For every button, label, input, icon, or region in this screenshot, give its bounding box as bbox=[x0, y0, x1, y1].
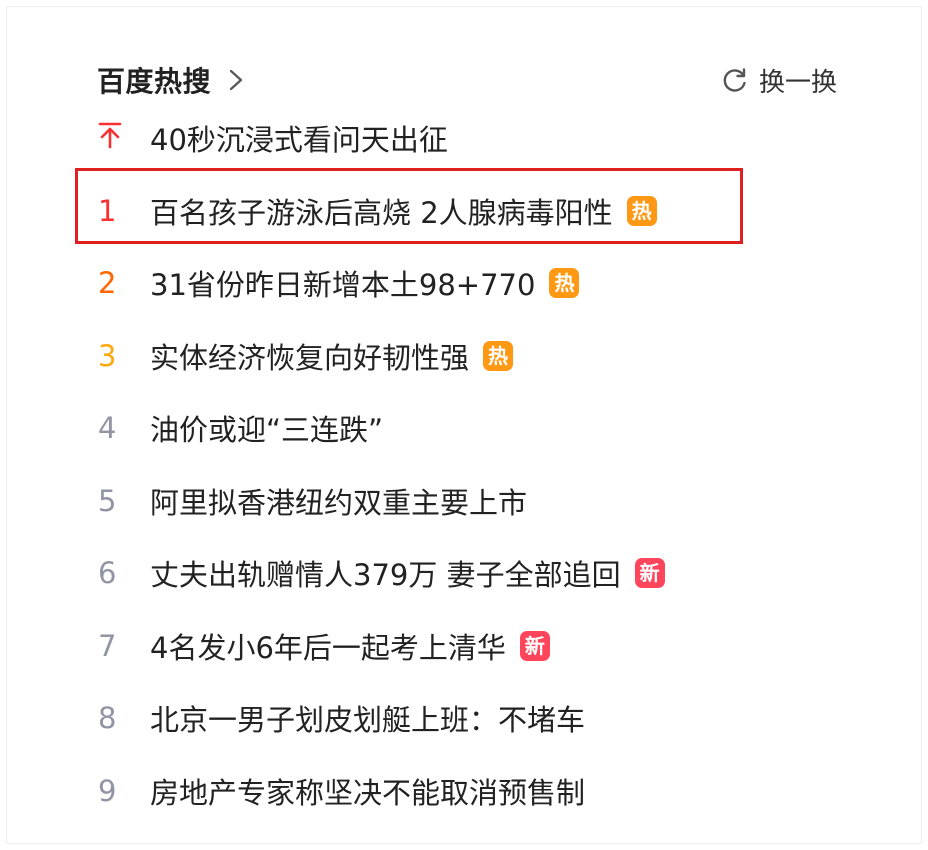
rank-number: 4 bbox=[98, 411, 117, 446]
list-item[interactable]: 6 丈夫出轨赠情人379万 妻子全部追回 新 bbox=[95, 537, 835, 610]
hot-badge: 热 bbox=[483, 340, 514, 371]
pinned-marker bbox=[95, 121, 150, 156]
refresh-icon bbox=[723, 68, 746, 92]
rank-number: 1 bbox=[98, 193, 117, 228]
new-badge: 新 bbox=[634, 558, 665, 589]
rank-number: 2 bbox=[98, 266, 117, 301]
refresh-label: 换一换 bbox=[758, 67, 837, 98]
refresh-button[interactable]: 换一换 bbox=[721, 58, 837, 102]
hot-search-title-link[interactable]: 百度热搜 bbox=[97, 58, 247, 102]
list-item[interactable]: 5 阿里拟香港纽约双重主要上市 bbox=[95, 465, 835, 538]
list-item[interactable]: 3 实体经济恢复向好韧性强 热 bbox=[95, 320, 835, 393]
hot-search-header: 百度热搜 换一换 bbox=[97, 58, 837, 102]
list-item[interactable]: 2 31省份昨日新增本土98+770 热 bbox=[95, 247, 835, 320]
rank-number: 5 bbox=[98, 483, 117, 518]
hot-search-list: 40秒沉浸式看问天出征 1 百名孩子游泳后高烧 2人腺病毒阳性 热 2 31省份… bbox=[95, 102, 835, 827]
rank-number: 3 bbox=[98, 338, 117, 373]
list-item-title: 百名孩子游泳后高烧 2人腺病毒阳性 bbox=[150, 195, 613, 230]
list-item-title: 40秒沉浸式看问天出征 bbox=[150, 123, 448, 158]
hot-badge: 热 bbox=[626, 195, 657, 226]
rank-number: 8 bbox=[98, 701, 117, 736]
hot-search-title: 百度热搜 bbox=[97, 65, 212, 98]
hot-badge: 热 bbox=[549, 268, 580, 299]
list-item[interactable]: 9 房地产专家称坚决不能取消预售制 bbox=[95, 755, 835, 828]
list-item[interactable]: 8 北京一男子划皮划艇上班：不堵车 bbox=[95, 682, 835, 755]
list-item[interactable]: 1 百名孩子游泳后高烧 2人腺病毒阳性 热 bbox=[95, 175, 835, 248]
list-item-title: 31省份昨日新增本土98+770 bbox=[150, 268, 536, 303]
rank-number: 6 bbox=[98, 556, 117, 591]
list-item-title: 北京一男子划皮划艇上班：不堵车 bbox=[150, 703, 586, 738]
new-badge: 新 bbox=[519, 630, 550, 661]
list-item-pinned[interactable]: 40秒沉浸式看问天出征 bbox=[95, 102, 835, 175]
list-item-title: 油价或迎“三连跌” bbox=[150, 413, 384, 448]
list-item-title: 4名发小6年后一起考上清华 bbox=[150, 630, 506, 665]
chevron-right-icon bbox=[229, 69, 243, 91]
list-item-title: 丈夫出轨赠情人379万 妻子全部追回 bbox=[150, 558, 621, 593]
list-item[interactable]: 4 油价或迎“三连跌” bbox=[95, 392, 835, 465]
list-item-title: 房地产专家称坚决不能取消预售制 bbox=[150, 775, 586, 810]
rank-number: 9 bbox=[98, 773, 117, 808]
list-item-title: 实体经济恢复向好韧性强 bbox=[150, 340, 470, 375]
arrow-to-top-icon bbox=[98, 122, 122, 149]
list-item[interactable]: 7 4名发小6年后一起考上清华 新 bbox=[95, 610, 835, 683]
rank-number: 7 bbox=[98, 628, 117, 663]
list-item-title: 阿里拟香港纽约双重主要上市 bbox=[150, 485, 528, 520]
